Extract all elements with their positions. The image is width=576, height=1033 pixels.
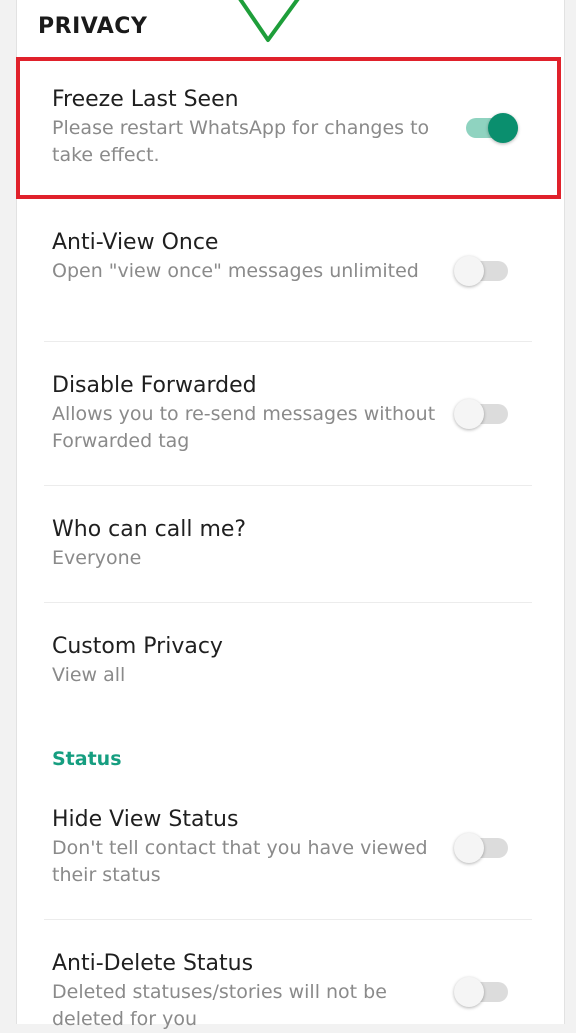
toggle-thumb bbox=[454, 977, 484, 1007]
section-title-privacy: PRIVACY bbox=[38, 14, 148, 39]
setting-subtitle: Deleted statuses/stories will not be del… bbox=[52, 981, 387, 1030]
setting-value: View all bbox=[52, 664, 126, 686]
anti-delete-status-toggle[interactable] bbox=[454, 975, 514, 1009]
toggle-thumb bbox=[454, 256, 484, 286]
setting-subtitle: Allows you to re-send messages without F… bbox=[52, 403, 436, 452]
setting-value: Everyone bbox=[52, 547, 142, 569]
hide-view-status-toggle[interactable] bbox=[454, 831, 514, 865]
section-header-status: Status bbox=[52, 748, 122, 770]
check-mark-icon bbox=[238, 0, 300, 42]
freeze-last-seen-toggle[interactable] bbox=[454, 111, 518, 145]
toggle-thumb bbox=[488, 113, 518, 143]
toggle-thumb bbox=[454, 833, 484, 863]
divider bbox=[44, 602, 532, 603]
setting-subtitle: Please restart WhatsApp for changes to t… bbox=[52, 117, 430, 166]
disable-forwarded-toggle[interactable] bbox=[454, 397, 514, 431]
anti-view-once-toggle[interactable] bbox=[454, 254, 514, 288]
setting-title: Custom Privacy bbox=[52, 634, 223, 659]
divider bbox=[44, 485, 532, 486]
setting-subtitle: Open "view once" messages unlimited bbox=[52, 260, 419, 282]
toggle-thumb bbox=[454, 399, 484, 429]
divider bbox=[44, 341, 532, 342]
setting-custom-privacy[interactable]: Custom Privacy View all bbox=[52, 632, 532, 689]
setting-title: Who can call me? bbox=[52, 517, 247, 542]
divider bbox=[44, 919, 532, 920]
setting-who-can-call-me[interactable]: Who can call me? Everyone bbox=[52, 515, 532, 572]
setting-subtitle: Don't tell contact that you have viewed … bbox=[52, 837, 428, 886]
